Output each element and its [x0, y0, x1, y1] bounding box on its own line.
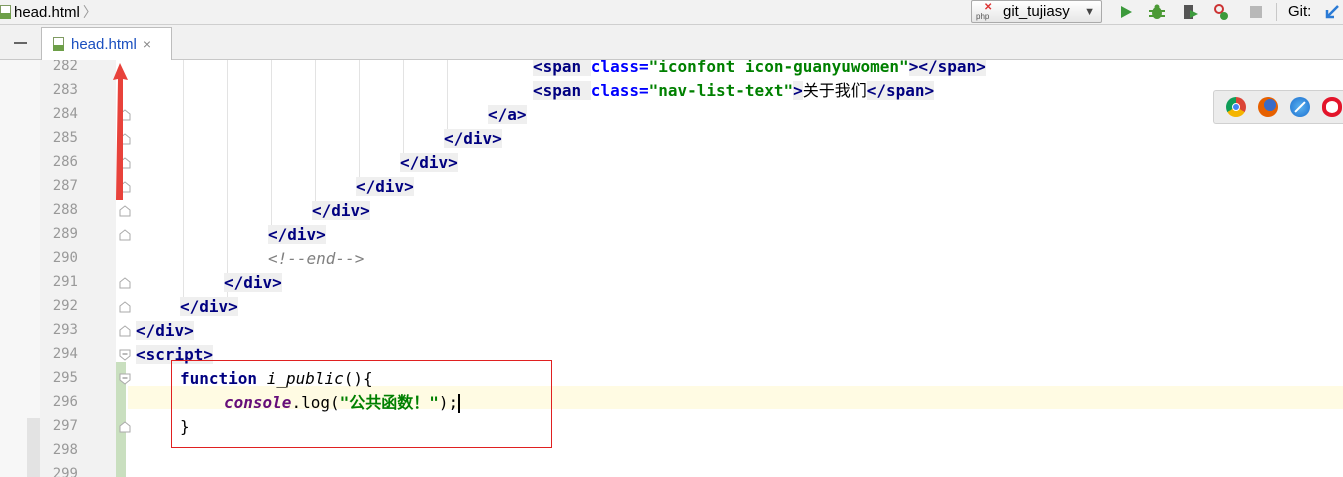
line-number: 284 [52, 106, 78, 122]
php-config-icon: ✕ php [976, 1, 993, 21]
code-token: </span> [866, 81, 935, 100]
line-number: 285 [52, 130, 78, 146]
line-number: 295 [52, 370, 78, 386]
code-line[interactable]: </div> [224, 271, 282, 294]
code-token: </div> [136, 321, 194, 340]
line-number: 287 [52, 178, 78, 194]
fold-end-icon[interactable] [119, 277, 131, 289]
code-token: "nav-list-text" [648, 81, 794, 100]
editor-tab-bar: head.html × [0, 25, 1343, 60]
code-token: </div> [356, 177, 414, 196]
git-update-icon[interactable] [1322, 2, 1342, 22]
code-line[interactable]: </div> [400, 151, 458, 174]
code-line[interactable]: </div> [356, 175, 414, 198]
coverage-icon[interactable] [1180, 2, 1200, 22]
fold-end-icon[interactable] [119, 325, 131, 337]
code-token: </div> [312, 201, 370, 220]
code-token: 关于我们 [802, 81, 867, 100]
line-number: 286 [52, 154, 78, 170]
line-number: 293 [52, 322, 78, 338]
run-icon[interactable] [1116, 2, 1136, 22]
breadcrumb-file[interactable]: head.html [14, 4, 80, 21]
code-token: "iconfont icon-guanyuwomen" [648, 60, 909, 76]
code-line[interactable]: </div> [136, 319, 194, 342]
firefox-icon[interactable] [1258, 97, 1278, 117]
html-file-icon [0, 5, 11, 19]
code-line[interactable]: <span class="iconfont icon-guanyuwomen">… [533, 60, 986, 78]
line-number: 298 [52, 442, 78, 458]
fold-end-icon[interactable] [119, 301, 131, 313]
profile-icon[interactable] [1212, 2, 1232, 22]
breadcrumb[interactable]: head.html 〉 [0, 1, 97, 23]
tab-label: head.html [71, 35, 137, 53]
html-file-icon [53, 37, 64, 51]
opera-icon[interactable] [1322, 97, 1342, 117]
code-token: </div> [268, 225, 326, 244]
editor-gutter [40, 60, 116, 477]
code-line[interactable]: </div> [180, 295, 238, 318]
line-number: 294 [52, 346, 78, 362]
chevron-down-icon: ▼ [1084, 5, 1095, 18]
code-token: <span [533, 81, 591, 100]
fold-end-icon[interactable] [119, 229, 131, 241]
code-token: class= [590, 60, 649, 76]
code-line[interactable]: </a> [488, 103, 527, 126]
code-editor[interactable]: 282 <span class="iconfont icon-guanyuwome… [0, 60, 1343, 477]
browser-preview-bar [1213, 90, 1343, 124]
code-token: <!--end--> [268, 249, 365, 268]
line-number: 290 [52, 250, 78, 266]
line-number: 299 [52, 466, 78, 477]
safari-icon[interactable] [1290, 97, 1310, 117]
debug-icon[interactable] [1147, 2, 1167, 22]
annotation-arrow [113, 63, 128, 200]
code-line[interactable]: </div> [268, 223, 326, 246]
navigation-bar: head.html 〉 ✕ php git_tujiasy ▼ Git: [0, 0, 1343, 25]
code-line[interactable]: </div> [312, 199, 370, 222]
code-token: </div> [444, 129, 502, 148]
line-number: 297 [52, 418, 78, 434]
stop-icon[interactable] [1246, 2, 1266, 22]
code-token: class= [590, 81, 649, 100]
line-number: 289 [52, 226, 78, 242]
run-configuration-label: git_tujiasy [1003, 3, 1070, 20]
code-token: ></span> [908, 60, 986, 76]
minimize-icon[interactable] [14, 42, 27, 44]
fold-open-icon[interactable] [119, 373, 131, 385]
line-number: 292 [52, 298, 78, 314]
code-token: <span [533, 60, 591, 76]
git-label: Git: [1288, 3, 1312, 20]
annotation-box [171, 360, 552, 448]
fold-open-icon[interactable] [119, 349, 131, 361]
line-number: 288 [52, 202, 78, 218]
chrome-icon[interactable] [1226, 97, 1246, 117]
line-number: 296 [52, 394, 78, 410]
fold-end-icon[interactable] [119, 421, 131, 433]
code-token: </div> [180, 297, 238, 316]
code-token: > [793, 81, 803, 100]
code-line[interactable]: </div> [444, 127, 502, 150]
code-token: </a> [488, 105, 527, 124]
run-configuration-select[interactable]: ✕ php git_tujiasy ▼ [971, 0, 1102, 23]
code-token: </div> [224, 273, 282, 292]
code-line[interactable]: <span class="nav-list-text">关于我们</span> [533, 79, 935, 102]
line-number: 291 [52, 274, 78, 290]
line-number: 283 [52, 82, 78, 98]
line-number: 282 [52, 60, 78, 74]
close-icon[interactable]: × [143, 36, 151, 52]
tab-head-html[interactable]: head.html × [41, 27, 172, 60]
code-token: </div> [400, 153, 458, 172]
breadcrumb-separator-icon: 〉 [82, 4, 97, 20]
code-line[interactable]: <!--end--> [268, 247, 364, 270]
